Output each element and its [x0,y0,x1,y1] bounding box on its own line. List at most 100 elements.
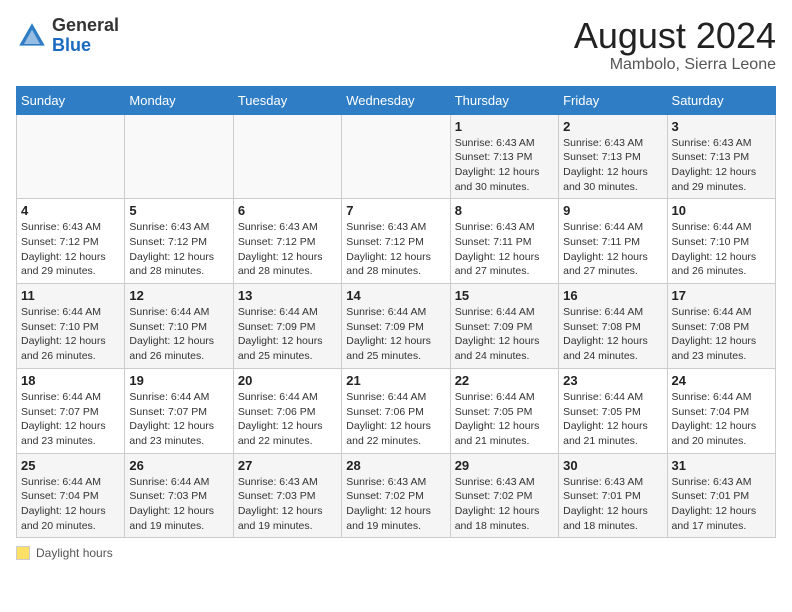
calendar-cell: 19 Sunrise: 6:44 AMSunset: 7:07 PMDayligh… [125,368,233,453]
day-number: 19 [129,373,228,388]
day-number: 18 [21,373,120,388]
calendar-cell [17,114,125,199]
day-number: 7 [346,203,445,218]
calendar-body: 1 Sunrise: 6:43 AMSunset: 7:13 PMDaylight… [17,114,776,538]
day-number: 24 [672,373,771,388]
calendar-cell: 2 Sunrise: 6:43 AMSunset: 7:13 PMDaylight… [559,114,667,199]
day-info: Sunrise: 6:44 AMSunset: 7:08 PMDaylight:… [672,305,771,364]
day-info: Sunrise: 6:44 AMSunset: 7:04 PMDaylight:… [21,475,120,534]
logo-blue-text: Blue [52,36,119,56]
header-cell-wednesday: Wednesday [342,86,450,114]
day-info: Sunrise: 6:43 AMSunset: 7:13 PMDaylight:… [455,136,554,195]
day-info: Sunrise: 6:44 AMSunset: 7:07 PMDaylight:… [129,390,228,449]
calendar-cell [233,114,341,199]
day-number: 15 [455,288,554,303]
day-info: Sunrise: 6:44 AMSunset: 7:07 PMDaylight:… [21,390,120,449]
calendar-cell: 12Sunrise: 6:44 AMSunset: 7:10 PMDayligh… [125,284,233,369]
day-info: Sunrise: 6:43 AMSunset: 7:12 PMDaylight:… [129,220,228,279]
day-info: Sunrise: 6:43 AMSunset: 7:12 PMDaylight:… [346,220,445,279]
footer: Daylight hours [16,546,776,560]
header-cell-saturday: Saturday [667,86,775,114]
day-number: 10 [672,203,771,218]
title-area: August 2024 Mambolo, Sierra Leone [574,16,776,74]
header: General Blue August 2024 Mambolo, Sierra… [16,16,776,74]
calendar-cell: 7 Sunrise: 6:43 AMSunset: 7:12 PMDaylight… [342,199,450,284]
calendar-cell: 31Sunrise: 6:43 AMSunset: 7:01 PMDayligh… [667,453,775,538]
day-info: Sunrise: 6:43 AMSunset: 7:13 PMDaylight:… [563,136,662,195]
calendar-table: SundayMondayTuesdayWednesdayThursdayFrid… [16,86,776,539]
day-info: Sunrise: 6:43 AMSunset: 7:12 PMDaylight:… [238,220,337,279]
calendar-cell: 13 Sunrise: 6:44 AMSunset: 7:09 PMDayligh… [233,284,341,369]
day-info: Sunrise: 6:44 AMSunset: 7:06 PMDaylight:… [238,390,337,449]
calendar-cell: 28 Sunrise: 6:43 AMSunset: 7:02 PMDayligh… [342,453,450,538]
calendar-cell: 18 Sunrise: 6:44 AMSunset: 7:07 PMDayligh… [17,368,125,453]
day-number: 4 [21,203,120,218]
header-cell-thursday: Thursday [450,86,558,114]
day-info: Sunrise: 6:44 AMSunset: 7:05 PMDaylight:… [563,390,662,449]
day-info: Sunrise: 6:43 AMSunset: 7:12 PMDaylight:… [21,220,120,279]
day-info: Sunrise: 6:44 AMSunset: 7:11 PMDaylight:… [563,220,662,279]
day-info: Sunrise: 6:43 AMSunset: 7:11 PMDaylight:… [455,220,554,279]
calendar-cell: 15 Sunrise: 6:44 AMSunset: 7:09 PMDayligh… [450,284,558,369]
calendar-cell: 8 Sunrise: 6:43 AMSunset: 7:11 PMDaylight… [450,199,558,284]
calendar-cell: 14Sunrise: 6:44 AMSunset: 7:09 PMDayligh… [342,284,450,369]
day-number: 1 [455,119,554,134]
calendar-cell: 22Sunrise: 6:44 AMSunset: 7:05 PMDayligh… [450,368,558,453]
calendar-cell: 10 Sunrise: 6:44 AMSunset: 7:10 PMDayligh… [667,199,775,284]
calendar-cell: 21Sunrise: 6:44 AMSunset: 7:06 PMDayligh… [342,368,450,453]
day-info: Sunrise: 6:44 AMSunset: 7:04 PMDaylight:… [672,390,771,449]
calendar-cell: 16Sunrise: 6:44 AMSunset: 7:08 PMDayligh… [559,284,667,369]
day-number: 28 [346,458,445,473]
daylight-box-icon [16,546,30,560]
day-number: 6 [238,203,337,218]
calendar-header: SundayMondayTuesdayWednesdayThursdayFrid… [17,86,776,114]
calendar-cell: 6 Sunrise: 6:43 AMSunset: 7:12 PMDaylight… [233,199,341,284]
day-info: Sunrise: 6:43 AMSunset: 7:02 PMDaylight:… [346,475,445,534]
day-info: Sunrise: 6:44 AMSunset: 7:10 PMDaylight:… [672,220,771,279]
day-number: 3 [672,119,771,134]
day-info: Sunrise: 6:44 AMSunset: 7:10 PMDaylight:… [21,305,120,364]
calendar-cell: 5Sunrise: 6:43 AMSunset: 7:12 PMDaylight… [125,199,233,284]
calendar-cell [125,114,233,199]
day-number: 31 [672,458,771,473]
day-info: Sunrise: 6:44 AMSunset: 7:08 PMDaylight:… [563,305,662,364]
month-year: August 2024 [574,16,776,56]
header-cell-monday: Monday [125,86,233,114]
calendar-cell: 26Sunrise: 6:44 AMSunset: 7:03 PMDayligh… [125,453,233,538]
day-number: 20 [238,373,337,388]
calendar-cell: 29Sunrise: 6:43 AMSunset: 7:02 PMDayligh… [450,453,558,538]
day-number: 22 [455,373,554,388]
calendar-cell: 30 Sunrise: 6:43 AMSunset: 7:01 PMDayligh… [559,453,667,538]
day-number: 8 [455,203,554,218]
day-info: Sunrise: 6:44 AMSunset: 7:09 PMDaylight:… [455,305,554,364]
logo-general-text: General [52,16,119,36]
calendar-cell: 9 Sunrise: 6:44 AMSunset: 7:11 PMDaylight… [559,199,667,284]
week-row-3: 11 Sunrise: 6:44 AMSunset: 7:10 PMDayligh… [17,284,776,369]
header-cell-tuesday: Tuesday [233,86,341,114]
day-number: 13 [238,288,337,303]
calendar-cell: 20 Sunrise: 6:44 AMSunset: 7:06 PMDayligh… [233,368,341,453]
day-info: Sunrise: 6:43 AMSunset: 7:01 PMDaylight:… [563,475,662,534]
calendar-cell: 3Sunrise: 6:43 AMSunset: 7:13 PMDaylight… [667,114,775,199]
day-number: 12 [129,288,228,303]
day-number: 2 [563,119,662,134]
calendar-cell: 27 Sunrise: 6:43 AMSunset: 7:03 PMDayligh… [233,453,341,538]
calendar-cell: 23 Sunrise: 6:44 AMSunset: 7:05 PMDayligh… [559,368,667,453]
day-number: 30 [563,458,662,473]
week-row-2: 4 Sunrise: 6:43 AMSunset: 7:12 PMDaylight… [17,199,776,284]
day-info: Sunrise: 6:44 AMSunset: 7:03 PMDaylight:… [129,475,228,534]
header-cell-sunday: Sunday [17,86,125,114]
header-cell-friday: Friday [559,86,667,114]
calendar-cell: 4 Sunrise: 6:43 AMSunset: 7:12 PMDaylight… [17,199,125,284]
day-number: 11 [21,288,120,303]
calendar-cell: 17Sunrise: 6:44 AMSunset: 7:08 PMDayligh… [667,284,775,369]
day-info: Sunrise: 6:43 AMSunset: 7:03 PMDaylight:… [238,475,337,534]
day-number: 27 [238,458,337,473]
day-number: 14 [346,288,445,303]
logo-text: General Blue [52,16,119,56]
week-row-5: 25Sunrise: 6:44 AMSunset: 7:04 PMDayligh… [17,453,776,538]
day-info: Sunrise: 6:44 AMSunset: 7:09 PMDaylight:… [238,305,337,364]
day-number: 9 [563,203,662,218]
calendar-cell: 1 Sunrise: 6:43 AMSunset: 7:13 PMDaylight… [450,114,558,199]
day-number: 23 [563,373,662,388]
